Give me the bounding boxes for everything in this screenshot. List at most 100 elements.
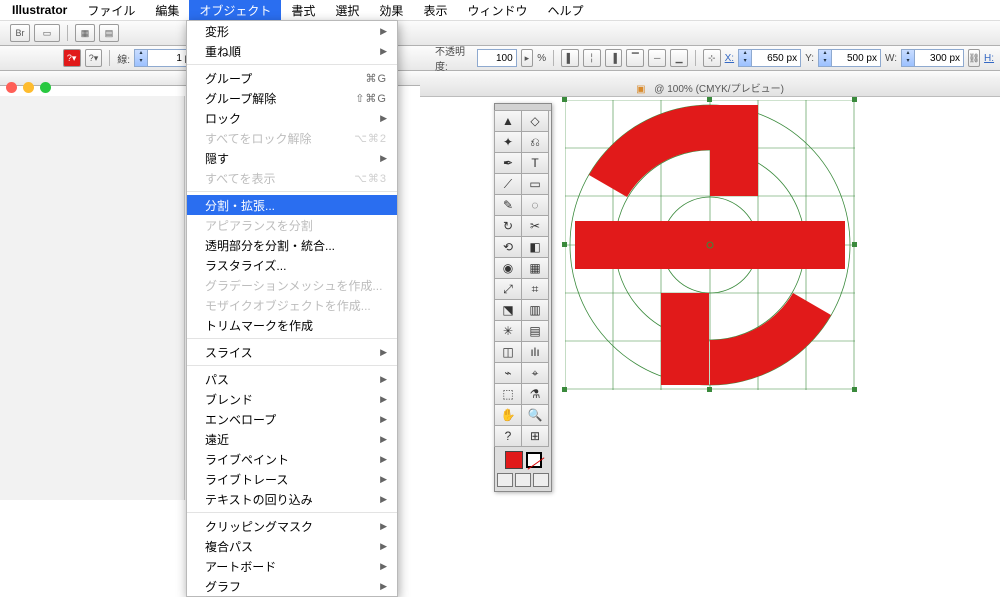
fill-swatch[interactable]: [505, 451, 523, 469]
menubar-app[interactable]: Illustrator: [2, 1, 77, 19]
align-left-icon[interactable]: ▌: [561, 49, 579, 67]
align-top-icon[interactable]: ▔: [626, 49, 644, 67]
tool-button-7[interactable]: ▭: [521, 173, 549, 195]
tool-button-20[interactable]: ✳: [494, 320, 522, 342]
tool-button-15[interactable]: ▦: [521, 257, 549, 279]
link-wh-icon[interactable]: ⛓: [968, 49, 980, 67]
tool-button-25[interactable]: ⌖: [521, 362, 549, 384]
tool-button-16[interactable]: ⤢: [494, 278, 522, 300]
tool-button-22[interactable]: ◫: [494, 341, 522, 363]
selection-handle[interactable]: [562, 242, 567, 247]
tool-button-24[interactable]: ⌁: [494, 362, 522, 384]
doc-icon[interactable]: ▤: [99, 24, 119, 42]
tool-button-1[interactable]: ◇: [521, 110, 549, 132]
menu-item[interactable]: ライブペイント: [187, 449, 397, 469]
menu-item[interactable]: グラフ: [187, 576, 397, 596]
menu-item[interactable]: テキストの回り込み: [187, 489, 397, 509]
menu-item[interactable]: ロック: [187, 108, 397, 128]
menu-item[interactable]: 透明部分を分割・統合...: [187, 235, 397, 255]
menu-item[interactable]: ライブトレース: [187, 469, 397, 489]
selection-handle[interactable]: [562, 97, 567, 102]
y-stepper[interactable]: ▴▾: [818, 49, 881, 67]
tool-button-27[interactable]: ⚗: [521, 383, 549, 405]
menubar-view[interactable]: 表示: [413, 0, 457, 21]
tool-button-23[interactable]: ılı: [521, 341, 549, 363]
zoom-icon[interactable]: [40, 82, 51, 93]
tool-button-3[interactable]: ⎌: [521, 131, 549, 153]
align-bottom-icon[interactable]: ▁: [670, 49, 688, 67]
menu-item[interactable]: エンベロープ: [187, 409, 397, 429]
x-input[interactable]: [752, 51, 800, 65]
menu-item[interactable]: パス: [187, 369, 397, 389]
mode-icon-a[interactable]: Br: [10, 24, 30, 42]
menu-item[interactable]: ブレンド: [187, 389, 397, 409]
tool-button-11[interactable]: ✂: [521, 215, 549, 237]
tool-button-29[interactable]: 🔍: [521, 404, 549, 426]
tool-button-2[interactable]: ✦: [494, 131, 522, 153]
menubar-file[interactable]: ファイル: [77, 0, 145, 21]
menubar-select[interactable]: 選択: [325, 0, 369, 21]
menu-item[interactable]: 遠近: [187, 429, 397, 449]
chevron-right-icon[interactable]: ▸: [521, 49, 534, 67]
menubar-effect[interactable]: 効果: [369, 0, 413, 21]
menubar-edit[interactable]: 編集: [145, 0, 189, 21]
menu-item[interactable]: トリムマークを作成: [187, 315, 397, 335]
menu-item[interactable]: ラスタライズ...: [187, 255, 397, 275]
tool-button-10[interactable]: ↻: [494, 215, 522, 237]
menu-item[interactable]: 重ね順: [187, 41, 397, 61]
menu-item[interactable]: グループ⌘G: [187, 68, 397, 88]
w-input[interactable]: [915, 51, 963, 65]
artwork-canvas[interactable]: [565, 100, 855, 390]
menubar-window[interactable]: ウィンドウ: [457, 0, 537, 21]
presentation-mode-icon[interactable]: [533, 473, 549, 487]
tool-button-12[interactable]: ⟲: [494, 236, 522, 258]
selection-handle[interactable]: [562, 387, 567, 392]
align-vcenter-icon[interactable]: ─: [648, 49, 666, 67]
opacity-input[interactable]: [478, 51, 516, 65]
tool-button-18[interactable]: ⬔: [494, 299, 522, 321]
stroke-swatch[interactable]: [526, 452, 542, 468]
tool-button-21[interactable]: ▤: [521, 320, 549, 342]
tool-button-8[interactable]: ✎: [494, 194, 522, 216]
selection-handle[interactable]: [852, 242, 857, 247]
align-right-icon[interactable]: ▐: [605, 49, 623, 67]
normal-mode-icon[interactable]: [497, 473, 513, 487]
tool-button-5[interactable]: T: [521, 152, 549, 174]
opacity-stepper[interactable]: [477, 49, 517, 67]
menu-item[interactable]: 隠す: [187, 148, 397, 168]
fill-preview-icon[interactable]: ?▾: [63, 49, 81, 67]
tool-button-31[interactable]: ⊞: [521, 425, 549, 447]
minimize-icon[interactable]: [23, 82, 34, 93]
selection-handle[interactable]: [852, 387, 857, 392]
tool-button-4[interactable]: ✒: [494, 152, 522, 174]
menubar-object[interactable]: オブジェクト: [189, 0, 281, 21]
stroke-preview-icon[interactable]: ?▾: [85, 49, 103, 67]
selection-handle[interactable]: [707, 97, 712, 102]
menubar-type[interactable]: 書式: [281, 0, 325, 21]
tool-button-26[interactable]: ⬚: [494, 383, 522, 405]
tool-button-28[interactable]: ✋: [494, 404, 522, 426]
grid-icon[interactable]: ▦: [75, 24, 95, 42]
menu-item[interactable]: 分割・拡張...: [187, 195, 397, 215]
tool-button-0[interactable]: ▲: [494, 110, 522, 132]
full-mode-icon[interactable]: [515, 473, 531, 487]
align-hcenter-icon[interactable]: ╎: [583, 49, 601, 67]
menu-item[interactable]: 変形: [187, 21, 397, 41]
w-stepper[interactable]: ▴▾: [901, 49, 964, 67]
tool-button-17[interactable]: ⌗: [521, 278, 549, 300]
tool-palette[interactable]: ▲◇✦⎌✒T⟋▭✎◌↻✂⟲◧◉▦⤢⌗⬔▥✳▤◫ılı⌁⌖⬚⚗✋🔍?⊞: [494, 103, 552, 492]
tool-button-14[interactable]: ◉: [494, 257, 522, 279]
tool-button-6[interactable]: ⟋: [494, 173, 522, 195]
selection-handle[interactable]: [707, 387, 712, 392]
menu-item[interactable]: 複合パス: [187, 536, 397, 556]
tool-button-19[interactable]: ▥: [521, 299, 549, 321]
menubar-help[interactable]: ヘルプ: [537, 0, 593, 21]
selection-handle[interactable]: [852, 97, 857, 102]
tool-button-30[interactable]: ?: [494, 425, 522, 447]
tool-button-13[interactable]: ◧: [521, 236, 549, 258]
menu-item[interactable]: クリッピングマスク: [187, 516, 397, 536]
menu-item[interactable]: アートボード: [187, 556, 397, 576]
x-stepper[interactable]: ▴▾: [738, 49, 801, 67]
mode-icon-b[interactable]: ▭: [34, 24, 60, 42]
close-icon[interactable]: [6, 82, 17, 93]
